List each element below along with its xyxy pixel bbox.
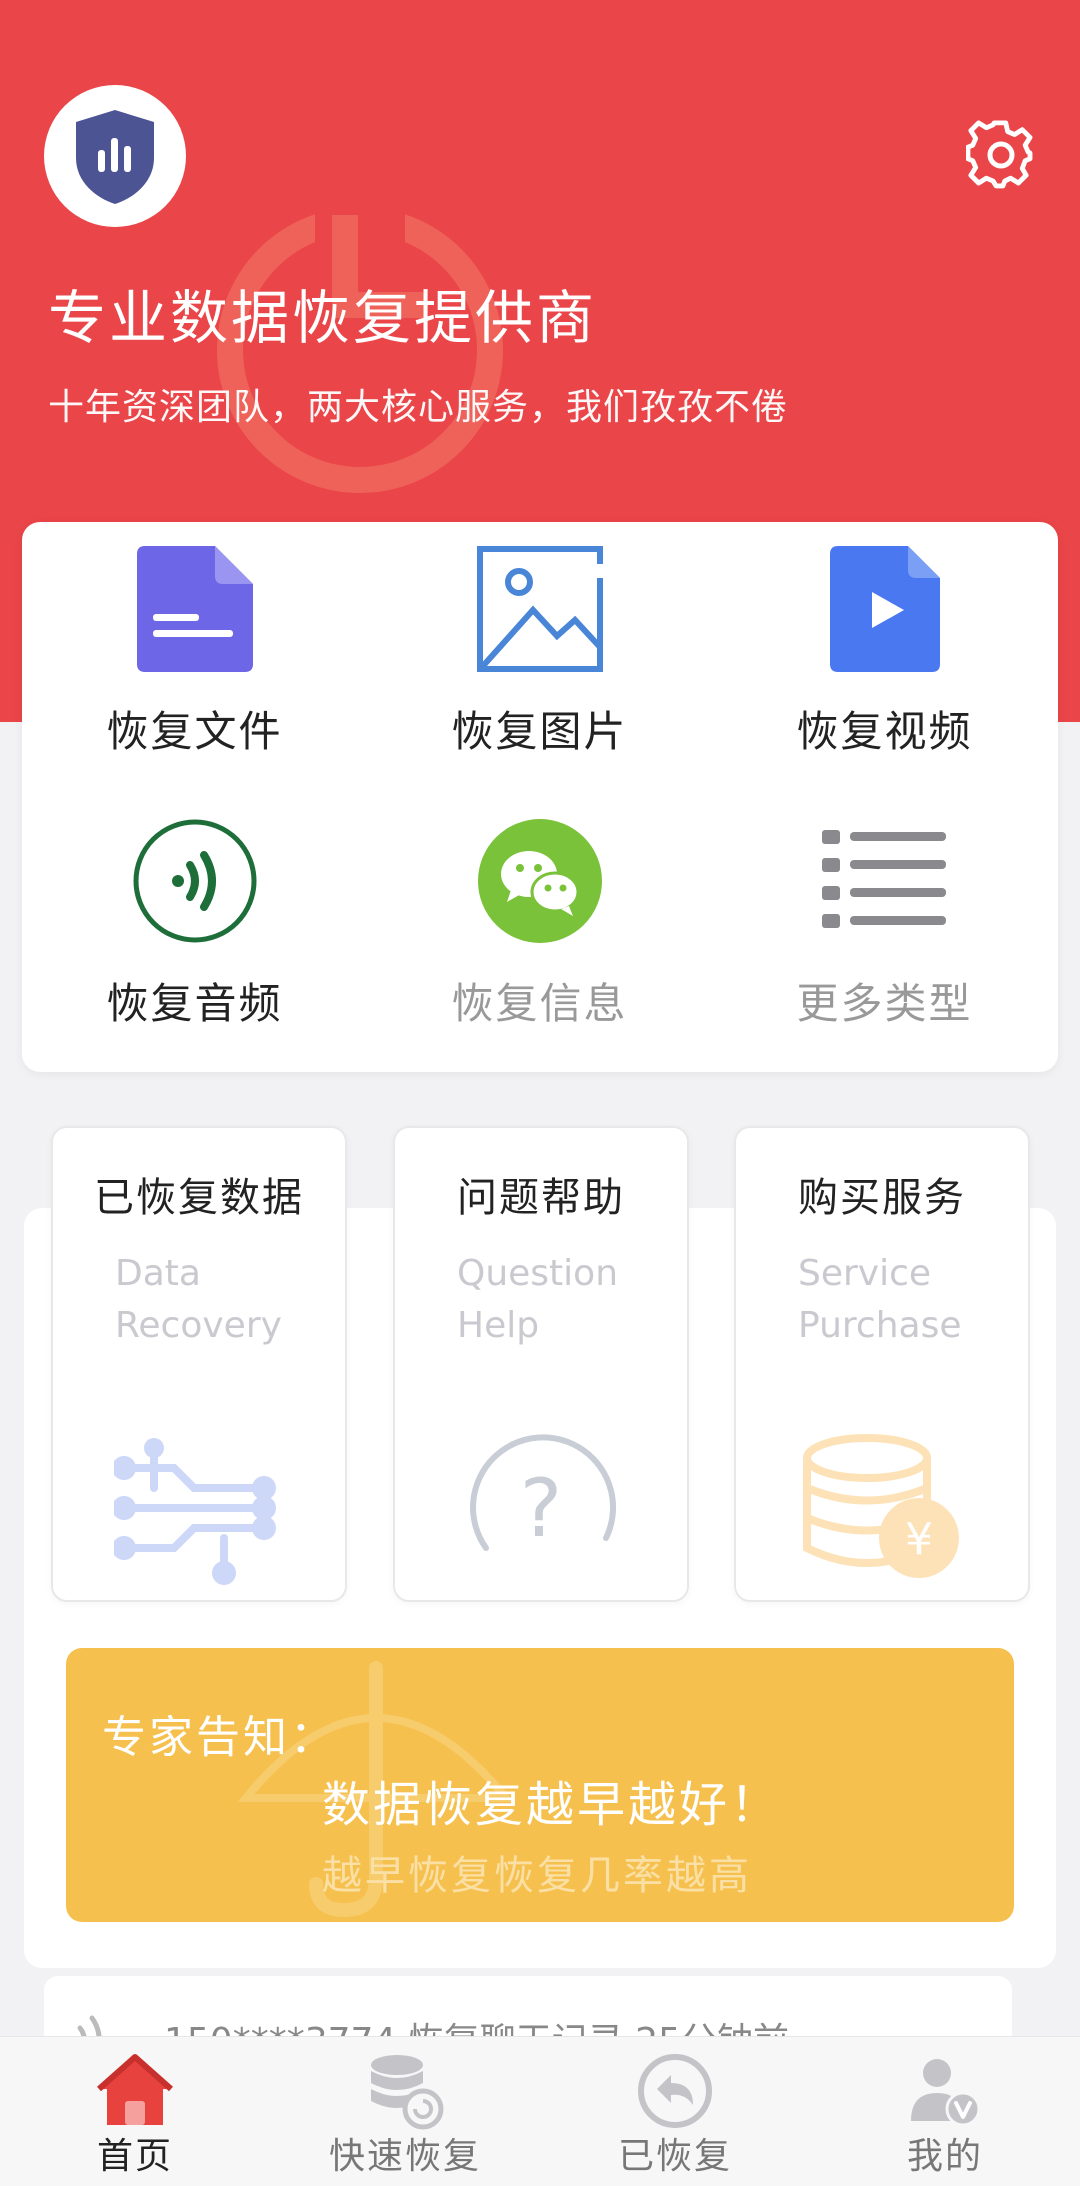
app-logo	[44, 85, 186, 227]
recover-messages-button[interactable]: 恢复信息	[367, 794, 712, 1064]
question-help-card[interactable]: 问题帮助 Question Help ?	[393, 1126, 689, 1602]
grid-item-label: 恢复信息	[451, 979, 628, 1028]
tab-label: 快速恢复	[328, 2136, 481, 2177]
bottom-tab-bar: 首页 快速恢复 已恢复 我的	[0, 2036, 1080, 2186]
coins-yen-icon: ¥	[803, 1434, 959, 1578]
tab-home[interactable]: 首页	[0, 2037, 270, 2186]
list-icon	[820, 816, 950, 946]
database-restore-icon	[365, 2051, 445, 2131]
notice-heading: 专家告知：	[102, 1712, 337, 1763]
recover-videos-button[interactable]: 恢复视频	[712, 522, 1057, 792]
tab-label: 我的	[906, 2136, 983, 2177]
shield-chart-icon	[76, 110, 154, 204]
card-subtitle: Question Help	[457, 1253, 619, 1346]
page-subtitle: 十年资深团队，两大核心服务，我们孜孜不倦	[48, 387, 789, 428]
wechat-icon	[475, 816, 605, 946]
svg-text:¥: ¥	[905, 1514, 933, 1565]
undo-circle-icon	[635, 2051, 715, 2131]
recovery-type-grid: 恢复文件 恢复图片 恢复视频 恢复音频 恢复信息 更多类型	[22, 522, 1058, 1072]
image-icon	[475, 544, 605, 674]
tab-quick-recovery[interactable]: 快速恢复	[270, 2037, 540, 2186]
user-verified-icon	[905, 2051, 985, 2131]
recover-files-button[interactable]: 恢复文件	[22, 522, 367, 792]
more-types-button[interactable]: 更多类型	[712, 794, 1057, 1064]
card-subtitle: Data Recovery	[115, 1253, 282, 1346]
card-title: 已恢复数据	[94, 1175, 304, 1221]
grid-item-label: 更多类型	[796, 979, 973, 1028]
video-file-icon	[820, 544, 950, 674]
recovered-data-card[interactable]: 已恢复数据 Data Recovery	[51, 1126, 347, 1602]
card-title: 购买服务	[798, 1175, 966, 1221]
tab-mine[interactable]: 我的	[810, 2037, 1080, 2186]
tab-label: 已恢复	[617, 2136, 732, 2177]
grid-item-label: 恢复图片	[451, 707, 628, 756]
circuit-icon	[114, 1438, 276, 1585]
grid-item-label: 恢复视频	[796, 707, 973, 756]
svg-text:?: ?	[520, 1462, 562, 1555]
page-title: 专业数据恢复提供商	[48, 284, 598, 352]
question-icon: ?	[470, 1434, 616, 1555]
tab-label: 首页	[96, 2136, 173, 2177]
notice-message: 数据恢复越早越好！	[322, 1777, 782, 1833]
buy-service-card[interactable]: 购买服务 Service Purchase ¥	[734, 1126, 1030, 1602]
document-icon	[130, 544, 260, 674]
expert-notice-banner: 专家告知： 数据恢复越早越好！ 越早恢复恢复几率越高	[66, 1648, 1014, 1922]
recover-audio-button[interactable]: 恢复音频	[22, 794, 367, 1064]
tab-recovered[interactable]: 已恢复	[540, 2037, 810, 2186]
card-title: 问题帮助	[457, 1175, 625, 1221]
home-icon	[95, 2051, 175, 2131]
grid-item-label: 恢复音频	[106, 979, 283, 1028]
grid-item-label: 恢复文件	[106, 707, 283, 756]
recover-images-button[interactable]: 恢复图片	[367, 522, 712, 792]
card-subtitle: Service Purchase	[798, 1253, 962, 1346]
audio-wave-icon	[130, 816, 260, 946]
settings-gear-icon[interactable]	[966, 120, 1036, 190]
notice-submessage: 越早恢复恢复几率越高	[322, 1853, 752, 1899]
